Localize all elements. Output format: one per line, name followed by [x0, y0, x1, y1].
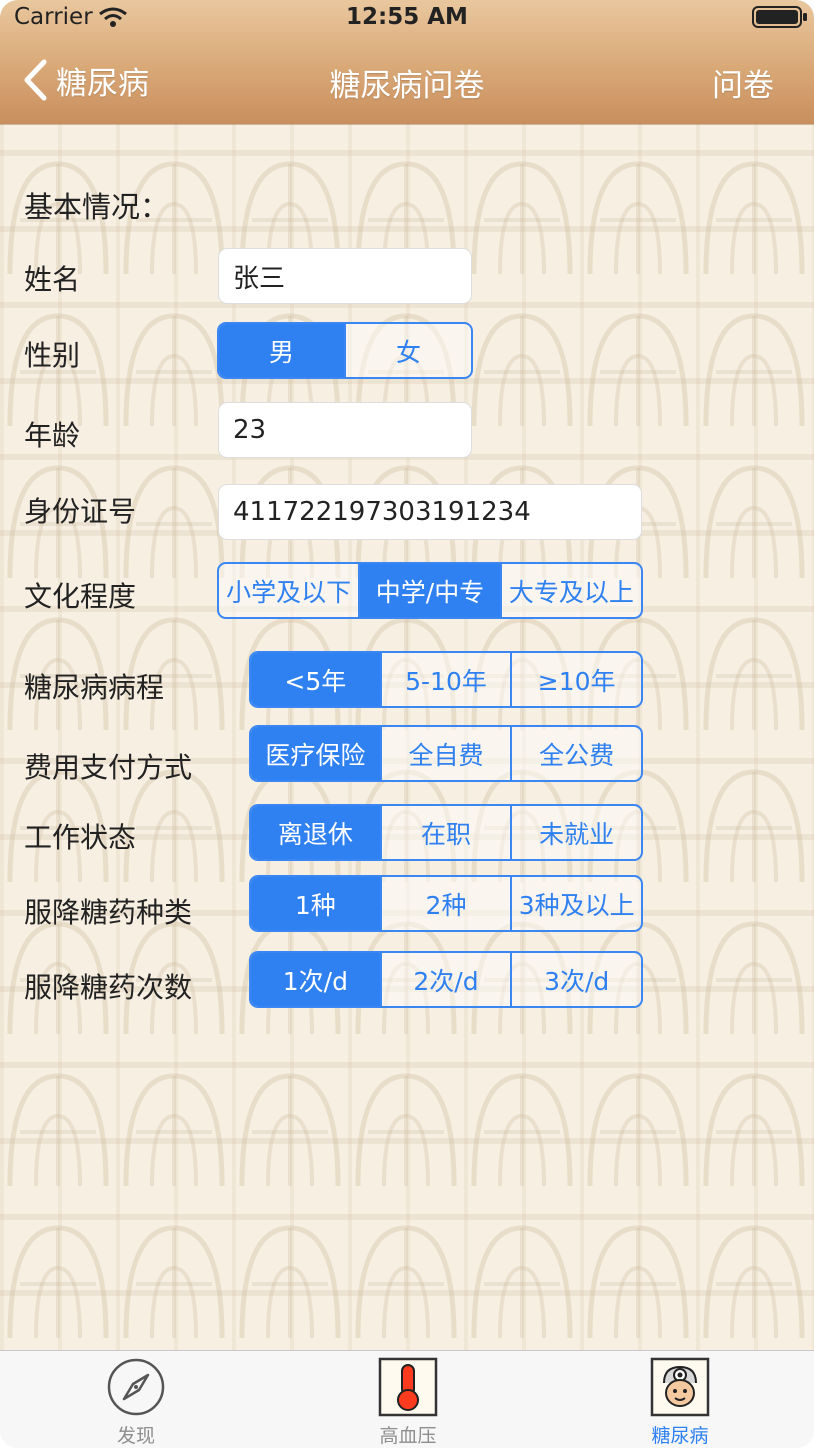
tab-label-discover: 发现 [116, 1425, 155, 1447]
drug-types-option-3-plus[interactable]: 3种及以上 [510, 877, 641, 930]
age-label: 年龄 [24, 419, 81, 452]
drug-times-label: 服降糖药次数 [24, 971, 193, 1004]
drug-times-segmented-control[interactable]: 1次/d 2次/d 3次/d [249, 951, 643, 1008]
education-label: 文化程度 [24, 580, 137, 613]
payment-label: 费用支付方式 [24, 751, 193, 784]
doctor-icon [650, 1357, 710, 1417]
compass-icon [107, 1358, 165, 1416]
drug-types-option-2[interactable]: 2种 [379, 877, 511, 930]
payment-option-public[interactable]: 全公费 [510, 727, 641, 780]
education-option-primary[interactable]: 小学及以下 [219, 564, 358, 617]
duration-option-over-10[interactable]: ≥10年 [510, 653, 641, 706]
app-screen: Carrier 12:55 AM 糖尿病 糖尿病问卷 问卷 基本情况： 姓名 性… [0, 0, 814, 1448]
gender-label: 性别 [24, 339, 81, 372]
payment-segmented-control[interactable]: 医疗保险 全自费 全公费 [249, 725, 643, 782]
duration-option-5-10[interactable]: 5-10年 [379, 653, 511, 706]
tab-bar: 发现 高血压 糖尿病 [0, 1350, 814, 1448]
duration-option-under-5[interactable]: <5年 [251, 653, 380, 706]
tab-diabetes[interactable]: 糖尿病 [605, 1351, 755, 1448]
education-segmented-control[interactable]: 小学及以下 中学/中专 大专及以上 [217, 562, 643, 619]
education-option-college[interactable]: 大专及以上 [499, 564, 641, 617]
drug-types-segmented-control[interactable]: 1种 2种 3种及以上 [249, 875, 643, 932]
gender-option-male[interactable]: 男 [219, 324, 344, 377]
name-label: 姓名 [24, 263, 81, 296]
navigation-bar: Carrier 12:55 AM 糖尿病 糖尿病问卷 问卷 [0, 0, 814, 124]
education-option-secondary[interactable]: 中学/中专 [358, 564, 500, 617]
thermometer-icon [378, 1357, 438, 1417]
name-field[interactable] [218, 248, 472, 304]
battery-icon [752, 6, 807, 28]
duration-label: 糖尿病病程 [24, 671, 165, 704]
tab-discover[interactable]: 发现 [61, 1351, 211, 1448]
gender-option-female[interactable]: 女 [344, 324, 471, 377]
work-option-unemployed[interactable]: 未就业 [510, 806, 641, 859]
tab-label-hypertension: 高血压 [379, 1425, 437, 1447]
gender-segmented-control[interactable]: 男 女 [217, 322, 473, 379]
id-number-field[interactable] [218, 484, 642, 540]
questionnaire-button[interactable]: 问卷 [712, 60, 774, 105]
id-number-label: 身份证号 [24, 495, 137, 528]
work-status-label: 工作状态 [24, 821, 137, 854]
duration-segmented-control[interactable]: <5年 5-10年 ≥10年 [249, 651, 643, 708]
drug-types-label: 服降糖药种类 [24, 896, 193, 929]
work-option-retired[interactable]: 离退休 [251, 806, 380, 859]
work-status-segmented-control[interactable]: 离退休 在职 未就业 [249, 804, 643, 861]
page-title: 糖尿病问卷 [329, 68, 485, 104]
drug-times-option-3[interactable]: 3次/d [510, 953, 641, 1006]
payment-option-insurance[interactable]: 医疗保险 [251, 727, 380, 780]
drug-times-option-1[interactable]: 1次/d [251, 953, 380, 1006]
drug-times-option-2[interactable]: 2次/d [379, 953, 511, 1006]
status-time: 12:55 AM [346, 4, 468, 30]
work-option-employed[interactable]: 在职 [379, 806, 511, 859]
tab-label-diabetes: 糖尿病 [651, 1425, 709, 1447]
section-title: 基本情况： [24, 190, 170, 224]
tab-hypertension[interactable]: 高血压 [333, 1351, 483, 1448]
drug-types-option-1[interactable]: 1种 [251, 877, 380, 930]
age-field[interactable] [218, 402, 472, 458]
payment-option-self-pay[interactable]: 全自费 [379, 727, 511, 780]
